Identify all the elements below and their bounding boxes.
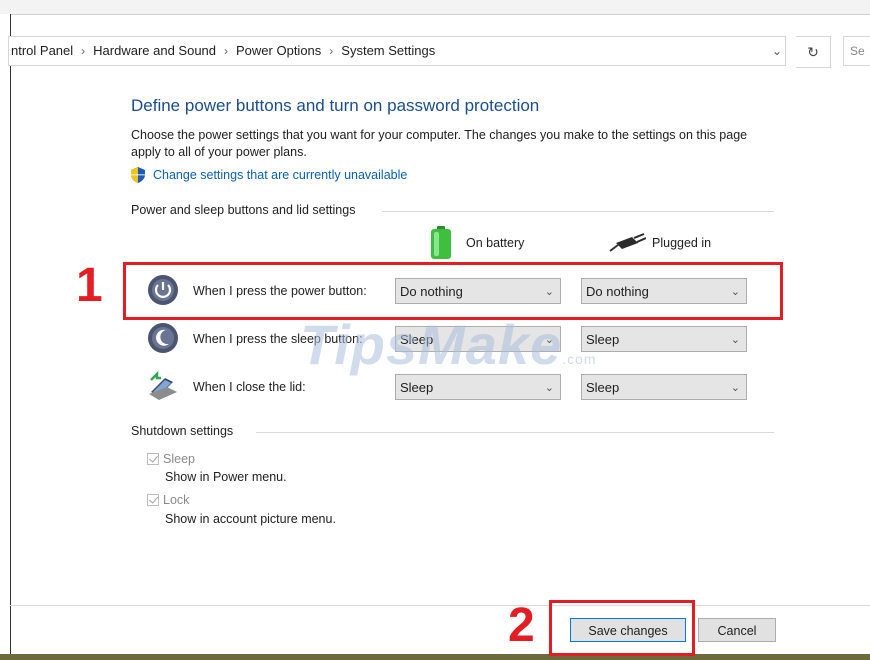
- lid-label: When I close the lid:: [193, 380, 306, 394]
- uac-shield-icon: [131, 167, 145, 183]
- desktop-background-strip: [0, 654, 870, 660]
- shutdown-section-header: Shutdown settings: [131, 424, 234, 438]
- breadcrumb-item-hardware-and-sound[interactable]: Hardware and Sound: [93, 43, 216, 58]
- search-input[interactable]: Se: [843, 36, 870, 66]
- sleep-checkbox[interactable]: Sleep: [147, 452, 195, 466]
- checkbox-check-icon[interactable]: [147, 494, 159, 506]
- breadcrumb-item-power-options[interactable]: Power Options: [236, 43, 321, 58]
- refresh-icon[interactable]: ↻: [796, 36, 831, 68]
- breadcrumb-item-system-settings[interactable]: System Settings: [341, 43, 435, 58]
- lock-checkbox-description: Show in account picture menu.: [165, 512, 336, 526]
- chevron-down-icon[interactable]: ⌄: [763, 37, 791, 65]
- annotation-box-2: [549, 600, 695, 656]
- change-settings-link[interactable]: Change settings that are currently unava…: [131, 167, 407, 183]
- lock-checkbox-label: Lock: [163, 493, 190, 507]
- window-left-edge: [0, 14, 11, 654]
- title-bar: [0, 0, 870, 15]
- sleep-button-plugged-select[interactable]: Sleep ⌄: [581, 326, 747, 352]
- watermark-suffix: .com: [562, 351, 597, 367]
- footer-divider: [10, 605, 870, 606]
- watermark: TipsMake.com: [300, 312, 597, 377]
- page-title: Define power buttons and turn on passwor…: [131, 96, 540, 115]
- breadcrumb: ntrol Panel › Hardware and Sound › Power Opt…: [9, 37, 751, 65]
- chevron-down-icon: ⌄: [730, 382, 740, 394]
- sleep-icon: [148, 323, 178, 353]
- chevron-down-icon: ⌄: [544, 382, 554, 394]
- checkbox-check-icon[interactable]: [147, 453, 159, 465]
- page-description: Choose the power settings that you want …: [131, 128, 748, 159]
- lid-battery-value: Sleep: [400, 380, 434, 395]
- on-battery-label: On battery: [466, 236, 525, 250]
- section-divider: [382, 211, 774, 212]
- breadcrumb-item-control-panel[interactable]: ntrol Panel: [11, 43, 73, 58]
- annotation-marker-2: 2: [508, 599, 535, 652]
- plugged-in-header: Plugged in: [608, 233, 711, 253]
- address-bar[interactable]: ntrol Panel › Hardware and Sound › Power Opt…: [8, 36, 786, 66]
- sleep-checkbox-label: Sleep: [163, 452, 195, 466]
- plugged-in-label: Plugged in: [652, 236, 712, 250]
- lid-plugged-value: Sleep: [586, 380, 620, 395]
- power-section-header: Power and sleep buttons and lid settings: [131, 203, 356, 217]
- section-divider: [256, 432, 774, 433]
- lid-plugged-select[interactable]: Sleep ⌄: [581, 374, 747, 400]
- plug-icon: [609, 233, 646, 252]
- on-battery-header: On battery: [430, 226, 524, 260]
- watermark-text: TipsMake: [300, 313, 563, 376]
- lid-battery-select[interactable]: Sleep ⌄: [395, 374, 561, 400]
- lock-checkbox[interactable]: Lock: [147, 493, 189, 507]
- annotation-marker-1: 1: [76, 259, 103, 312]
- laptop-lid-icon: [149, 370, 177, 400]
- battery-icon: [431, 226, 451, 259]
- change-settings-link-text[interactable]: Change settings that are currently unava…: [153, 168, 407, 182]
- cancel-button[interactable]: Cancel: [698, 618, 776, 642]
- chevron-down-icon: ⌄: [730, 334, 740, 346]
- sleep-checkbox-description: Show in Power menu.: [165, 470, 287, 484]
- breadcrumb-separator: ›: [81, 44, 86, 58]
- breadcrumb-separator: ›: [224, 44, 229, 58]
- annotation-box-1: [123, 262, 783, 320]
- breadcrumb-separator: ›: [329, 44, 334, 58]
